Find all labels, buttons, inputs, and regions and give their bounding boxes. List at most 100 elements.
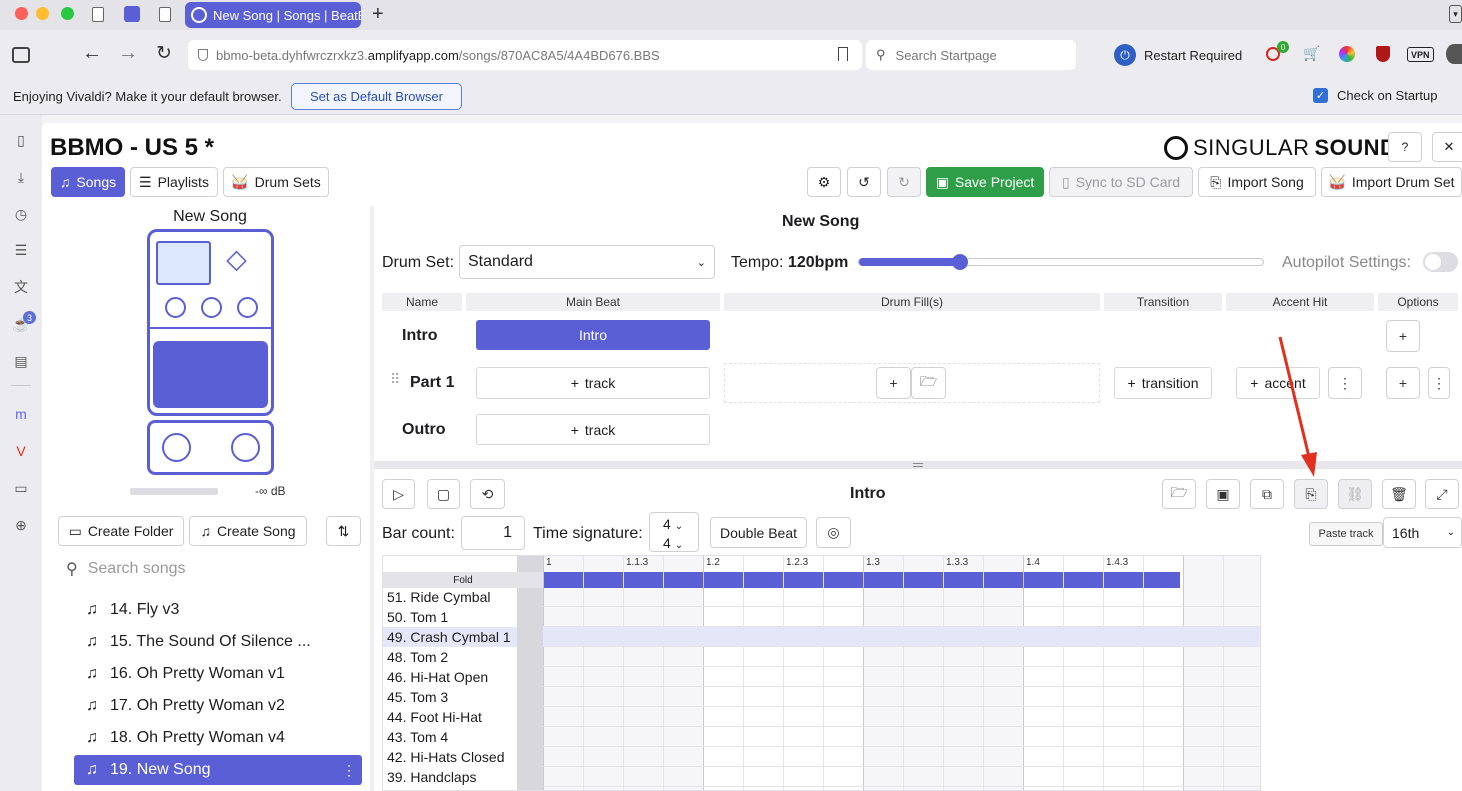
list-item[interactable]: ♫ 16. Oh Pretty Woman v1: [74, 659, 362, 689]
unlink-button[interactable]: ⛓: [1338, 479, 1372, 509]
undo-button[interactable]: ↺: [847, 167, 881, 197]
kebab-menu-icon[interactable]: ⋮: [342, 762, 356, 779]
forward-icon[interactable]: →: [118, 42, 138, 65]
save-track-button[interactable]: ▣: [1206, 479, 1240, 509]
back-icon[interactable]: ←: [82, 42, 102, 65]
fullscreen-button[interactable]: ⤢: [1425, 479, 1459, 509]
active-tab[interactable]: New Song | Songs | BeatB: [185, 2, 361, 28]
settings-button[interactable]: ⚙: [807, 167, 841, 197]
save-project-button[interactable]: ▣ Save Project: [926, 167, 1044, 197]
downloads-panel-icon[interactable]: ⤓: [11, 167, 31, 187]
help-icon[interactable]: ?: [1388, 132, 1422, 162]
part1-menu-button[interactable]: ⋮: [1428, 367, 1450, 399]
resolution-select[interactable]: 16th ⌄: [1383, 517, 1462, 548]
grid-row[interactable]: [543, 667, 1260, 687]
panel-toggle-icon[interactable]: [12, 47, 30, 63]
bar-count-input[interactable]: 1: [461, 516, 525, 550]
import-drum-set-button[interactable]: 🥁 Import Drum Set: [1321, 167, 1462, 197]
tab-menu-icon[interactable]: ▾: [1449, 5, 1462, 23]
bookmarks-panel-icon[interactable]: ▯: [11, 130, 31, 150]
zoom-window-icon[interactable]: [61, 7, 74, 20]
window-panel-icon[interactable]: ▤: [11, 351, 31, 371]
drum-set-select[interactable]: Standard ⌄: [459, 245, 715, 279]
instrument-row-label[interactable]: 49. Crash Cymbal 1: [383, 627, 517, 647]
pedal-footswitch[interactable]: [153, 341, 268, 408]
set-default-browser-button[interactable]: Set as Default Browser: [291, 83, 462, 110]
pedal-button-icon[interactable]: [231, 433, 260, 462]
grid-row[interactable]: [543, 747, 1260, 767]
grid-row[interactable]: [543, 587, 1260, 607]
vivaldi-panel-icon[interactable]: V: [11, 441, 31, 461]
close-window-icon[interactable]: [15, 7, 28, 20]
sync-sd-button[interactable]: ▯ Sync to SD Card: [1049, 167, 1193, 197]
tab-playlists[interactable]: ☰ Playlists: [130, 167, 218, 197]
song-search[interactable]: ⚲ Search songs: [58, 555, 358, 583]
autopilot-toggle[interactable]: [1423, 252, 1458, 272]
list-item[interactable]: ♫ 17. Oh Pretty Woman v2: [74, 691, 362, 721]
vpn-icon[interactable]: VPN: [1407, 47, 1434, 62]
open-fill-button[interactable]: 🗁: [911, 367, 946, 399]
cart-icon[interactable]: 🛒: [1303, 45, 1320, 62]
grid-row[interactable]: [543, 627, 1260, 647]
tab-drum-sets[interactable]: 🥁 Drum Sets: [223, 167, 329, 197]
list-item[interactable]: ♫ 14. Fly v3: [74, 595, 362, 625]
paste-track-button[interactable]: ⎘: [1294, 479, 1328, 509]
sort-button[interactable]: ⇅: [326, 516, 361, 546]
instrument-row-label[interactable]: 45. Tom 3: [383, 687, 517, 707]
add-part1-option-button[interactable]: +: [1386, 367, 1420, 399]
tab-songs[interactable]: ♫ Songs: [51, 167, 125, 197]
drag-handle-icon[interactable]: ⠿: [390, 371, 400, 388]
instrument-row-label[interactable]: 39. Handclaps: [383, 767, 517, 787]
metronome-button[interactable]: ◎: [816, 517, 851, 548]
create-song-button[interactable]: ♫ Create Song: [189, 516, 307, 546]
page-tab-icon[interactable]: [92, 7, 104, 22]
instrument-row-label[interactable]: 46. Hi-Hat Open: [383, 667, 517, 687]
grid-row[interactable]: [543, 607, 1260, 627]
url-field[interactable]: bbmo-beta.dyhfwrczrxkz3.amplifyapp.com/s…: [188, 40, 862, 70]
profile-avatar-icon[interactable]: [1446, 44, 1462, 64]
transition-button[interactable]: + transition: [1114, 367, 1212, 399]
close-icon[interactable]: ✕: [1432, 132, 1462, 162]
instrument-row-label[interactable]: 44. Foot Hi-Hat: [383, 707, 517, 727]
delete-track-button[interactable]: 🗑: [1382, 479, 1416, 509]
add-intro-option-button[interactable]: +: [1386, 320, 1420, 352]
list-item-selected[interactable]: ♫ 19. New Song ⋮: [74, 755, 362, 785]
create-folder-button[interactable]: ▭ Create Folder: [58, 516, 184, 546]
panel-divider[interactable]: [370, 206, 374, 791]
add-fill-button[interactable]: +: [876, 367, 911, 399]
intro-main-beat[interactable]: Intro: [476, 320, 710, 350]
accent-menu-button[interactable]: ⋮: [1328, 367, 1362, 399]
play-button[interactable]: ▷: [382, 479, 415, 509]
loop-region[interactable]: [543, 572, 1180, 588]
check-on-startup[interactable]: ✓ Check on Startup: [1313, 88, 1437, 103]
instrument-row-label[interactable]: 43. Tom 4: [383, 727, 517, 747]
fold-header[interactable]: Fold: [383, 572, 543, 588]
redo-button[interactable]: ↻: [887, 167, 921, 197]
mastodon-panel-icon[interactable]: m: [11, 404, 31, 424]
list-item[interactable]: ♫ 15. The Sound Of Silence ...: [74, 627, 362, 657]
part1-track-button[interactable]: + track: [476, 367, 710, 399]
app-tab-icon[interactable]: [124, 6, 140, 22]
stop-button[interactable]: ▢: [427, 479, 460, 509]
list-item[interactable]: ♫ 18. Oh Pretty Woman v4: [74, 723, 362, 753]
instrument-row-label[interactable]: 50. Tom 1: [383, 607, 517, 627]
grid-row[interactable]: [543, 687, 1260, 707]
pedal-button-icon[interactable]: [162, 433, 191, 462]
page-tab-icon[interactable]: [159, 7, 171, 22]
grid-row[interactable]: [543, 727, 1260, 747]
time-signature-select[interactable]: 4 ⌄ 4 ⌄: [649, 512, 699, 552]
instrument-row-label[interactable]: 42. Hi-Hats Closed: [383, 747, 517, 767]
page-panel-icon[interactable]: ▭: [11, 478, 31, 498]
notes-panel-icon[interactable]: ☰: [11, 240, 31, 260]
instrument-row-label[interactable]: 48. Tom 2: [383, 647, 517, 667]
outro-track-button[interactable]: + track: [476, 414, 710, 445]
new-tab-icon[interactable]: +: [372, 3, 384, 26]
bookmark-icon[interactable]: [838, 47, 848, 61]
reload-icon[interactable]: ↻: [156, 42, 172, 65]
double-beat-button[interactable]: Double Beat: [710, 517, 807, 548]
search-field[interactable]: ⚲ Search Startpage: [866, 40, 1076, 70]
import-song-button[interactable]: ⎘ Import Song: [1198, 167, 1316, 197]
tempo-slider-thumb[interactable]: [952, 254, 968, 270]
grid-row[interactable]: [543, 647, 1260, 667]
shield-extension-icon[interactable]: [1376, 46, 1390, 62]
